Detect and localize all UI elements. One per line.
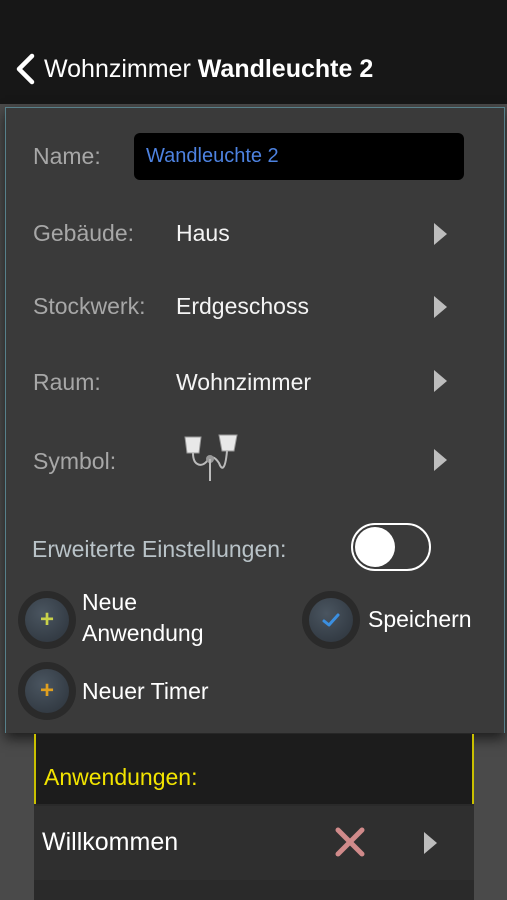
name-label: Name: (33, 143, 101, 169)
name-field[interactable] (134, 133, 464, 180)
page-title-text: Wandleuchte 2 (197, 55, 374, 83)
back-button[interactable] (12, 52, 38, 86)
building-arrow-icon[interactable] (434, 223, 447, 245)
save-label[interactable]: Speichern (368, 604, 472, 635)
applications-list: Anwendungen: Willkommen (34, 734, 474, 900)
list-item[interactable]: Willkommen (34, 806, 474, 880)
breadcrumb-parent[interactable]: Wohnzimmer (44, 55, 191, 83)
new-application-button[interactable]: + (18, 591, 76, 649)
new-application-label-line1: Neue (82, 589, 137, 615)
navigation-bar: Wohnzimmer Wandleuchte 2 (0, 0, 507, 104)
list-item-label: Willkommen (42, 828, 179, 856)
floor-value[interactable]: Erdgeschoss (176, 293, 309, 320)
new-timer-button[interactable]: + (18, 662, 76, 720)
plus-icon: + (25, 598, 69, 642)
building-value[interactable]: Haus (176, 220, 230, 247)
floor-arrow-icon[interactable] (434, 296, 447, 318)
room-arrow-icon[interactable] (434, 370, 447, 392)
building-label: Gebäude: (33, 220, 135, 246)
applications-header-label: Anwendungen: (44, 764, 198, 790)
chevron-right-icon[interactable] (424, 832, 437, 854)
symbol-arrow-icon[interactable] (434, 449, 447, 471)
delete-icon[interactable] (334, 826, 366, 858)
device-settings-panel: Name: Gebäude: Haus Stockwerk: Erdgescho… (5, 107, 505, 733)
room-label: Raum: (33, 369, 101, 395)
advanced-settings-toggle[interactable] (351, 523, 431, 571)
advanced-settings-label: Erweiterte Einstellungen: (32, 536, 287, 562)
room-value[interactable]: Wohnzimmer (176, 369, 311, 396)
toggle-knob (355, 527, 395, 567)
new-timer-label[interactable]: Neuer Timer (82, 676, 209, 707)
symbol-label: Symbol: (33, 448, 117, 474)
plus-icon: + (25, 669, 69, 713)
check-icon (309, 598, 353, 642)
chevron-left-icon (16, 53, 35, 85)
floor-label: Stockwerk: (33, 293, 146, 319)
new-application-label-line2: Anwendung (82, 620, 204, 646)
applications-header: Anwendungen: (34, 734, 474, 804)
save-button[interactable] (302, 591, 360, 649)
page-title: Wohnzimmer Wandleuchte 2 (44, 53, 373, 85)
wall-lamp-icon[interactable] (181, 433, 241, 485)
new-application-label[interactable]: Neue Anwendung (82, 587, 204, 649)
